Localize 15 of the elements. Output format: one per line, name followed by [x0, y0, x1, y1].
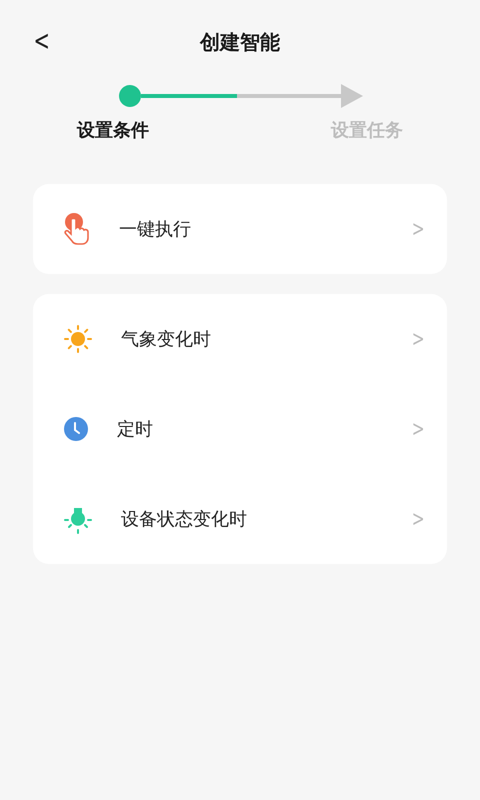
- condition-item[interactable]: 一键执行 >: [33, 184, 447, 274]
- condition-item[interactable]: 设备状态变化时 >: [33, 474, 447, 564]
- chevron-icon: >: [411, 216, 424, 242]
- hand-icon: [63, 212, 91, 246]
- condition-item[interactable]: 定时 >: [33, 384, 447, 474]
- sun-icon: [63, 324, 93, 354]
- back-button[interactable]: <: [29, 24, 54, 57]
- chevron-icon: >: [411, 506, 424, 532]
- step-label: 设置条件: [77, 119, 149, 142]
- condition-item[interactable]: 气象变化时 >: [33, 294, 447, 384]
- clock-icon: [63, 416, 89, 442]
- chevron-icon: >: [411, 416, 424, 442]
- page-title: 创建智能: [200, 28, 280, 56]
- step-label: 设置任务: [331, 119, 403, 142]
- chevron-icon: >: [411, 326, 424, 352]
